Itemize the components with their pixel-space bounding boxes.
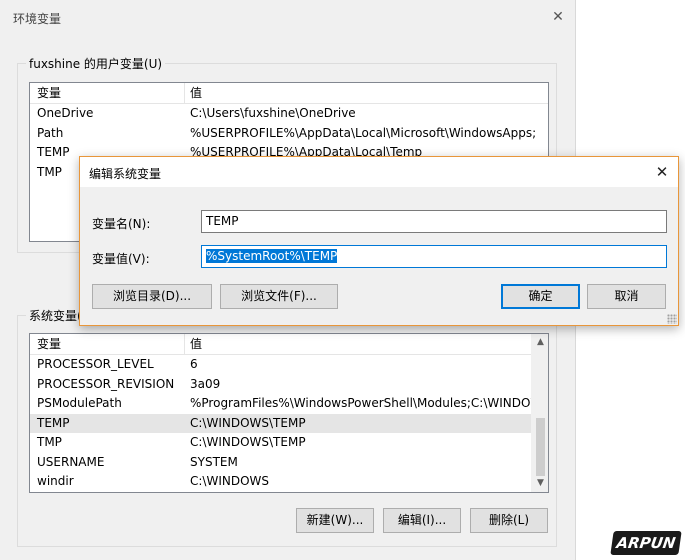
- edit-system-variable-dialog: 编辑系统变量 ✕ 变量名(N): TEMP 变量值(V): %SystemRoo…: [79, 156, 679, 326]
- close-icon[interactable]: ✕: [652, 162, 672, 182]
- table-row[interactable]: USERNAME SYSTEM: [30, 453, 548, 473]
- column-header-name[interactable]: 变量: [37, 334, 61, 355]
- variable-name-value: TEMP: [206, 214, 239, 228]
- variable-value-text: %SystemRoot%\TEMP: [206, 249, 338, 263]
- variable-name-field[interactable]: TEMP: [201, 210, 667, 233]
- watermark-logo: ARPUN: [610, 531, 682, 555]
- system-variables-list[interactable]: 变量 值 PROCESSOR_LEVEL 6 PROCESSOR_REVISIO…: [29, 333, 549, 493]
- column-separator: [184, 83, 185, 104]
- column-header-name[interactable]: 变量: [37, 83, 61, 104]
- scroll-thumb[interactable]: [536, 418, 545, 476]
- user-variables-legend: fuxshine 的用户变量(U): [29, 57, 163, 71]
- variable-name-label: 变量名(N):: [92, 217, 151, 231]
- dialog-title: 编辑系统变量: [89, 167, 162, 181]
- column-separator: [184, 334, 185, 355]
- table-row[interactable]: OneDrive C:\Users\fuxshine\OneDrive: [30, 104, 548, 124]
- row-name: OneDrive: [37, 106, 94, 120]
- table-row[interactable]: PROCESSOR_REVISION 3a09: [30, 375, 548, 395]
- row-name: PSModulePath: [37, 396, 122, 410]
- row-name: Path: [37, 125, 64, 140]
- row-value: %ProgramFiles%\WindowsPowerShell\Modules…: [190, 396, 549, 410]
- column-header-value[interactable]: 值: [190, 334, 202, 355]
- row-name: PROCESSOR_LEVEL: [37, 357, 154, 371]
- ok-button[interactable]: 确定: [501, 284, 580, 309]
- row-name: TEMP: [37, 145, 70, 159]
- table-row[interactable]: TMP C:\WINDOWS\TEMP: [30, 433, 548, 453]
- row-value: 6: [190, 357, 198, 371]
- table-row[interactable]: windir C:\WINDOWS: [30, 472, 548, 492]
- row-name: windir: [37, 474, 74, 488]
- row-value: 3a09: [190, 376, 221, 391]
- list-header: 变量 值: [30, 83, 548, 104]
- row-value: C:\WINDOWS\TEMP: [190, 415, 306, 430]
- browse-directory-button[interactable]: 浏览目录(D)...: [92, 284, 212, 309]
- table-row[interactable]: Path %USERPROFILE%\AppData\Local\Microso…: [30, 124, 548, 144]
- dialog-titlebar: 编辑系统变量 ✕: [80, 157, 678, 187]
- row-value: %USERPROFILE%\AppData\Local\Microsoft\Wi…: [190, 125, 537, 140]
- window-title: 环境变量: [13, 12, 62, 26]
- row-value: C:\WINDOWS: [190, 474, 270, 488]
- edit-button[interactable]: 编辑(I)...: [383, 508, 461, 533]
- table-row[interactable]: PROCESSOR_LEVEL 6: [30, 355, 548, 375]
- column-header-value[interactable]: 值: [190, 83, 202, 104]
- cancel-button[interactable]: 取消: [587, 284, 666, 309]
- delete-button[interactable]: 删除(L): [470, 508, 548, 533]
- row-name: USERNAME: [37, 454, 105, 469]
- list-header: 变量 值: [30, 334, 548, 355]
- scroll-down-icon[interactable]: ▼: [532, 475, 548, 492]
- new-button[interactable]: 新建(W)...: [296, 508, 374, 533]
- close-icon[interactable]: ✕: [548, 7, 568, 27]
- row-name: TEMP: [37, 415, 70, 430]
- scroll-up-icon[interactable]: ▲: [532, 334, 548, 351]
- row-name: TMP: [37, 164, 62, 179]
- row-value: SYSTEM: [190, 454, 238, 469]
- variable-value-field[interactable]: %SystemRoot%\TEMP: [201, 245, 667, 268]
- vertical-scrollbar[interactable]: ▲ ▼: [531, 334, 548, 492]
- table-row-selected[interactable]: TEMP C:\WINDOWS\TEMP: [30, 413, 548, 433]
- row-value: C:\WINDOWS\TEMP: [190, 435, 306, 449]
- browse-file-button[interactable]: 浏览文件(F)...: [220, 284, 338, 309]
- resize-grip-icon[interactable]: [667, 314, 677, 324]
- row-name: PROCESSOR_REVISION: [37, 376, 175, 391]
- row-value: C:\Users\fuxshine\OneDrive: [190, 106, 356, 120]
- row-name: TMP: [37, 435, 62, 449]
- table-row[interactable]: PSModulePath %ProgramFiles%\WindowsPower…: [30, 394, 548, 414]
- variable-value-label: 变量值(V):: [92, 252, 150, 266]
